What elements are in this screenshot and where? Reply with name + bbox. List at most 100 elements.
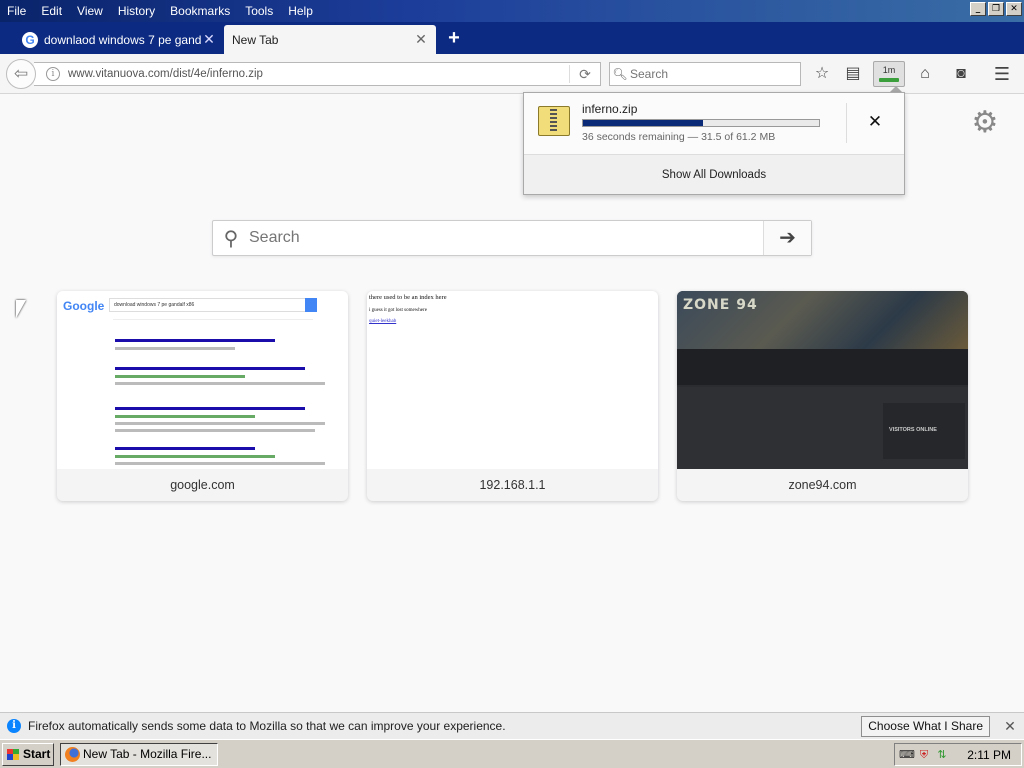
result-line bbox=[115, 462, 325, 465]
tab-close-icon[interactable]: ✕ bbox=[414, 31, 428, 48]
download-divider bbox=[846, 103, 847, 143]
downloads-progress-indicator bbox=[879, 78, 899, 82]
router-thumb-link: quiet-leekhab bbox=[369, 319, 397, 324]
top-site-tile-router[interactable]: there used to be an index here i guess i… bbox=[367, 291, 658, 501]
result-line bbox=[115, 367, 305, 370]
home-icon[interactable]: ⌂ bbox=[914, 63, 936, 85]
download-status: 36 seconds remaining — 31.5 of 61.2 MB bbox=[582, 131, 776, 143]
downloads-button[interactable]: 1m bbox=[873, 61, 905, 87]
reading-list-icon[interactable]: ▤ bbox=[842, 63, 864, 85]
url-text[interactable]: www.vitanuova.com/dist/4e/inferno.zip bbox=[68, 68, 569, 80]
keyboard-icon[interactable]: ⌨ bbox=[899, 748, 915, 762]
tab-strip: G downlaod windows 7 pe gand... ✕ New Ta… bbox=[0, 22, 1024, 54]
download-item[interactable]: inferno.zip 36 seconds remaining — 31.5 … bbox=[524, 93, 904, 153]
search-go-arrow-icon[interactable]: ➔ bbox=[763, 221, 811, 255]
content-search-input[interactable] bbox=[249, 229, 763, 247]
router-thumb-line: there used to be an index here bbox=[369, 294, 447, 301]
windows-logo-icon bbox=[7, 749, 19, 760]
google-thumb-search-button bbox=[305, 298, 317, 312]
new-tab-button[interactable]: + bbox=[444, 25, 464, 51]
data-reporting-notification: i Firefox automatically sends some data … bbox=[0, 712, 1024, 739]
tile-thumbnail: ZONE 94 VISITORS ONLINE bbox=[677, 291, 968, 469]
google-thumb-tabs bbox=[113, 317, 313, 320]
result-line bbox=[115, 415, 255, 418]
menu-history[interactable]: History bbox=[111, 0, 163, 22]
url-bar[interactable]: i www.vitanuova.com/dist/4e/inferno.zip … bbox=[34, 62, 601, 86]
result-line bbox=[115, 375, 245, 378]
network-icon[interactable]: ⇅ bbox=[935, 748, 949, 762]
tile-thumbnail: there used to be an index here i guess i… bbox=[367, 291, 658, 469]
google-logo: Google bbox=[63, 299, 105, 313]
info-icon: i bbox=[7, 719, 21, 733]
result-line bbox=[115, 455, 275, 458]
taskbar: Start New Tab - Mozilla Fire... ⌨ ⛨ ⇅ 2:… bbox=[0, 739, 1024, 768]
result-line bbox=[115, 407, 305, 410]
search-bar[interactable]: 🔍︎ bbox=[609, 62, 801, 86]
tab-close-icon[interactable]: ✕ bbox=[202, 31, 216, 48]
minimize-icon[interactable]: _ bbox=[970, 2, 986, 16]
zone-thumb-visitors: VISITORS ONLINE bbox=[889, 427, 937, 433]
close-window-icon[interactable]: ✕ bbox=[1006, 2, 1022, 16]
start-label: Start bbox=[23, 747, 51, 761]
show-all-downloads-button[interactable]: Show All Downloads bbox=[524, 154, 904, 194]
zip-file-icon bbox=[538, 106, 570, 136]
router-thumb-line: i guess it got lost somewhere bbox=[369, 308, 427, 313]
taskbar-window-label: New Tab - Mozilla Fire... bbox=[83, 747, 212, 761]
top-site-tile-zone94[interactable]: ZONE 94 VISITORS ONLINE zone94.com bbox=[677, 291, 968, 501]
result-line bbox=[115, 429, 315, 432]
taskbar-firefox-window[interactable]: New Tab - Mozilla Fire... bbox=[60, 743, 218, 766]
menu-tools[interactable]: Tools bbox=[238, 0, 281, 22]
hamburger-menu-icon[interactable]: ☰ bbox=[991, 63, 1013, 85]
result-line bbox=[115, 347, 235, 350]
download-progress-bar bbox=[582, 119, 820, 127]
result-line bbox=[115, 339, 275, 342]
top-site-tile-google[interactable]: Google download windows 7 pe gandalf x86… bbox=[57, 291, 348, 501]
google-thumb-search: download windows 7 pe gandalf x86 bbox=[109, 298, 309, 312]
tab-title: New Tab bbox=[232, 32, 279, 47]
downloads-time-badge: 1m bbox=[882, 65, 896, 75]
tile-label: zone94.com bbox=[788, 478, 857, 492]
reload-icon[interactable]: ⟳ bbox=[570, 66, 600, 83]
choose-what-i-share-button[interactable]: Choose What I Share bbox=[861, 715, 990, 737]
system-tray: ⌨ ⛨ ⇅ 2:11 PM bbox=[894, 743, 1022, 766]
downloads-panel: inferno.zip 36 seconds remaining — 31.5 … bbox=[523, 92, 905, 195]
navigation-toolbar: i www.vitanuova.com/dist/4e/inferno.zip … bbox=[0, 54, 1024, 94]
tab-google-search[interactable]: G downlaod windows 7 pe gand... ✕ bbox=[14, 25, 224, 54]
gear-icon[interactable]: ⚙ bbox=[968, 106, 1002, 140]
bookmark-star-icon[interactable]: ☆ bbox=[811, 63, 833, 85]
tab-new-tab[interactable]: New Tab ✕ bbox=[224, 25, 436, 54]
zone-thumb-nav bbox=[677, 349, 968, 385]
notification-text: Firefox automatically sends some data to… bbox=[28, 719, 506, 733]
firefox-icon bbox=[65, 747, 80, 762]
result-line bbox=[115, 382, 325, 385]
restore-icon[interactable]: ❐ bbox=[988, 2, 1004, 16]
download-progress-fill bbox=[583, 120, 704, 126]
result-line bbox=[115, 422, 325, 425]
content-search-box: ⚲ ➔ bbox=[212, 220, 812, 256]
mouse-cursor-icon bbox=[16, 300, 26, 318]
security-shield-icon[interactable]: ⛨ bbox=[917, 748, 931, 762]
menu-help[interactable]: Help bbox=[281, 0, 321, 22]
info-icon[interactable]: i bbox=[46, 67, 60, 81]
close-notification-icon[interactable]: ✕ bbox=[1000, 718, 1020, 735]
tile-label: 192.168.1.1 bbox=[479, 478, 546, 492]
cancel-download-icon[interactable]: ✕ bbox=[864, 111, 886, 133]
zone-thumb-logo: ZONE 94 bbox=[683, 297, 758, 313]
menu-file[interactable]: File bbox=[0, 0, 34, 22]
back-arrow-icon: ⇦ bbox=[13, 64, 29, 83]
tab-title: downlaod windows 7 pe gand... bbox=[44, 32, 202, 47]
start-button[interactable]: Start bbox=[2, 743, 54, 766]
clock: 2:11 PM bbox=[967, 747, 1011, 762]
menu-view[interactable]: View bbox=[70, 0, 111, 22]
google-favicon-icon: G bbox=[22, 31, 38, 48]
search-icon: ⚲ bbox=[223, 227, 239, 250]
pocket-icon[interactable]: ◙ bbox=[950, 63, 972, 85]
menu-bookmarks[interactable]: Bookmarks bbox=[163, 0, 238, 22]
search-input[interactable] bbox=[630, 67, 780, 81]
menu-edit[interactable]: Edit bbox=[34, 0, 70, 22]
tile-label: google.com bbox=[170, 478, 235, 492]
tile-thumbnail: Google download windows 7 pe gandalf x86 bbox=[57, 291, 348, 469]
result-line bbox=[115, 447, 255, 450]
download-file-name: inferno.zip bbox=[582, 102, 638, 116]
back-button[interactable]: ⇦ bbox=[6, 59, 36, 89]
